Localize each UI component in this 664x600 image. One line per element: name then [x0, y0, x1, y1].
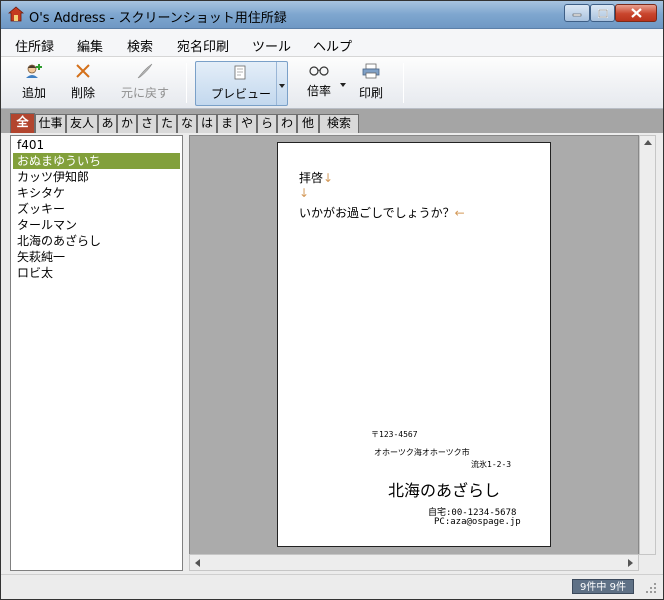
list-item[interactable]: f401 [11, 137, 182, 153]
list-item[interactable]: 矢萩純一 [11, 249, 182, 265]
recipient-name: 北海のあざらし [388, 481, 501, 500]
tab-ya[interactable]: や [237, 114, 257, 133]
email-address: PC:aza@ospage.jp [434, 517, 521, 527]
preview-page: 拝啓↓ ↓ いかがお過ごしでしょうか？← 〒123-4567 オホーツク海オホー… [277, 142, 551, 547]
tab-na[interactable]: な [177, 114, 197, 133]
record-count-badge: 9件中 9件 [572, 579, 634, 594]
status-bar: 9件中 9件 [1, 574, 663, 599]
menu-edit[interactable]: 編集 [77, 36, 103, 55]
resize-grip-icon[interactable] [644, 581, 658, 595]
contact-list[interactable]: f401 おぬまゆういち カッツ伊知郎 キシタケ ズッキー タールマン 北海のあ… [10, 135, 183, 571]
return-mark-icon: ↓ [299, 186, 310, 200]
close-button[interactable] [615, 4, 657, 22]
preview-label: プレビュー [211, 87, 272, 101]
tab-wa[interactable]: わ [277, 114, 297, 133]
feather-icon [137, 63, 153, 79]
toolbar-separator [186, 63, 187, 103]
add-button[interactable]: 追加 [15, 61, 53, 105]
list-item[interactable]: ロビ太 [11, 265, 182, 281]
scroll-left-icon[interactable] [195, 559, 200, 567]
print-label: 印刷 [358, 86, 383, 100]
list-item[interactable]: タールマン [11, 217, 182, 233]
tab-all[interactable]: 全 [10, 113, 35, 133]
printer-icon [362, 63, 380, 79]
add-person-icon [26, 64, 42, 78]
delete-label: 削除 [70, 86, 95, 100]
title-bar[interactable]: O's Address - スクリーンショット用住所録 [1, 1, 663, 29]
delete-x-icon [76, 64, 90, 78]
menu-bar: 住所録 編集 検索 宛名印刷 ツール ヘルプ [1, 29, 663, 57]
vertical-scrollbar[interactable] [639, 135, 656, 555]
zoom-label: 倍率 [306, 84, 331, 98]
list-item[interactable]: ズッキー [11, 201, 182, 217]
maximize-button[interactable] [590, 4, 615, 22]
preview-split-divider [276, 62, 277, 105]
tab-friends[interactable]: 友人 [66, 114, 98, 133]
add-label: 追加 [21, 86, 46, 100]
list-item-selected[interactable]: おぬまゆういち [13, 153, 180, 169]
tab-ma[interactable]: ま [217, 114, 237, 133]
zoom-button[interactable]: 倍率 [300, 61, 338, 105]
tab-other[interactable]: 他 [297, 114, 319, 133]
index-tab-strip: 全 仕事 友人 あ か さ た な は ま や ら わ 他 検索 [1, 109, 663, 133]
menu-search[interactable]: 検索 [127, 36, 153, 55]
preview-dropdown-arrow-icon[interactable] [279, 84, 285, 88]
glasses-icon [309, 66, 329, 76]
tab-ta[interactable]: た [157, 114, 177, 133]
tab-search[interactable]: 検索 [319, 114, 359, 133]
toolbar: 追加 削除 元に戻す プレビュー 倍率 印刷 [1, 57, 663, 109]
undo-label: 元に戻す [120, 86, 169, 100]
print-button[interactable]: 印刷 [353, 61, 389, 105]
list-item[interactable]: 北海のあざらし [11, 233, 182, 249]
list-item[interactable]: キシタケ [11, 185, 182, 201]
postal-code: 〒123-4567 [371, 430, 418, 439]
scroll-right-icon[interactable] [628, 559, 633, 567]
close-icon [630, 8, 642, 18]
tab-sa[interactable]: さ [137, 114, 157, 133]
preview-page-icon [234, 65, 246, 80]
letter-greeting-line: 拝啓↓ [299, 169, 333, 186]
undo-button[interactable]: 元に戻す [116, 61, 174, 105]
horizontal-scrollbar[interactable] [189, 554, 639, 571]
tab-ka[interactable]: か [117, 114, 137, 133]
tab-work[interactable]: 仕事 [35, 114, 66, 133]
preview-button[interactable]: プレビュー [195, 61, 288, 106]
tab-a[interactable]: あ [98, 114, 117, 133]
return-mark-icon: ↓ [323, 171, 334, 185]
menu-tools[interactable]: ツール [252, 36, 291, 55]
scroll-up-icon[interactable] [644, 140, 652, 145]
menu-address-book[interactable]: 住所録 [15, 36, 54, 55]
maximize-icon [597, 8, 608, 18]
address-line-2: 流氷1-2-3 [471, 460, 512, 469]
letter-body-line: いかがお過ごしでしょうか？← [299, 204, 465, 221]
letter-greeting: 拝啓 [299, 171, 324, 185]
minimize-icon [572, 13, 582, 17]
end-mark-icon: ← [454, 206, 465, 220]
minimize-button[interactable] [564, 4, 590, 22]
tab-ra[interactable]: ら [257, 114, 277, 133]
letter-body: いかがお過ごしでしょうか？ [299, 206, 455, 220]
address-line-1: オホーツク海オホーツク市 [374, 448, 470, 457]
menu-help[interactable]: ヘルプ [313, 36, 352, 55]
house-icon [8, 6, 24, 22]
list-item[interactable]: カッツ伊知郎 [11, 169, 182, 185]
app-window: O's Address - スクリーンショット用住所録 住所録 編集 検索 宛名… [0, 0, 664, 600]
tab-ha[interactable]: は [197, 114, 217, 133]
window-title: O's Address - スクリーンショット用住所録 [29, 11, 287, 26]
zoom-dropdown-arrow-icon[interactable] [340, 83, 346, 87]
menu-label-print[interactable]: 宛名印刷 [177, 36, 229, 55]
toolbar-separator [403, 63, 404, 103]
delete-button[interactable]: 削除 [64, 61, 102, 105]
